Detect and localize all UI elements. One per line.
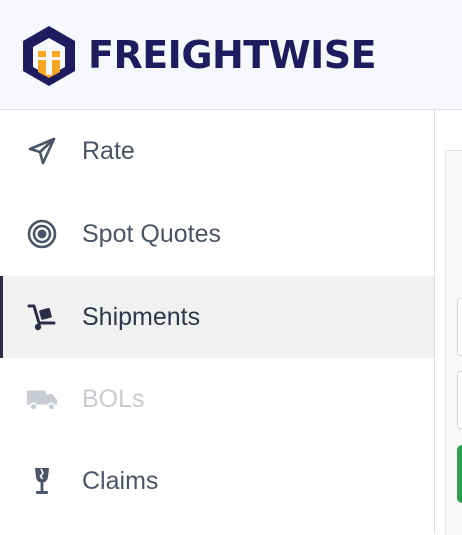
sidebar-item-spot-quotes[interactable]: Spot Quotes <box>0 193 434 275</box>
paper-plane-icon <box>26 135 58 167</box>
brand-name: FREIGHTWISE <box>88 33 377 77</box>
sidebar-item-shipments[interactable]: Shipments <box>0 276 434 358</box>
sidebar-item-claims[interactable]: Claims <box>0 440 434 522</box>
sidebar-nav: Rate Spot Quotes Shipments BOLs Claims <box>0 110 435 534</box>
sidebar-item-rate[interactable]: Rate <box>0 110 434 192</box>
truck-icon <box>26 383 58 415</box>
hand-truck-icon <box>26 301 58 333</box>
app-header: FREIGHTWISE <box>0 0 462 110</box>
sidebar-item-label: Spot Quotes <box>82 220 221 248</box>
broken-glass-icon <box>26 465 58 497</box>
sidebar-item-label: BOLs <box>82 385 145 413</box>
sidebar-item-label: Claims <box>82 467 159 495</box>
primary-action-button[interactable] <box>457 445 462 503</box>
main-input-field[interactable] <box>457 298 462 356</box>
sidebar-item-label: Shipments <box>82 303 201 331</box>
sidebar-item-label: Rate <box>82 137 135 165</box>
target-icon <box>26 218 58 250</box>
sidebar-item-bols[interactable]: BOLs <box>0 358 434 440</box>
freightwise-logo-icon[interactable] <box>20 24 78 88</box>
main-input-field[interactable] <box>457 371 462 429</box>
